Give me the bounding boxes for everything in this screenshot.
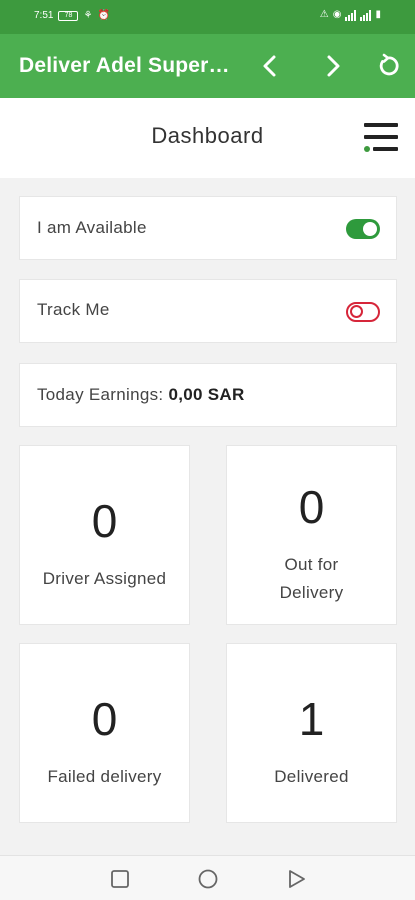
system-nav-bar	[0, 855, 415, 900]
earnings-text: Today Earnings: 0,00 SAR	[37, 385, 245, 405]
stat-label: Failed delivery	[47, 767, 162, 786]
available-row: I am Available	[19, 196, 397, 260]
refresh-icon	[379, 53, 399, 76]
dashboard-header: Dashboard	[0, 98, 415, 178]
stat-card-driver-assigned[interactable]: 0 Driver Assigned	[19, 445, 190, 625]
stat-label-line2: Delivery	[279, 583, 344, 602]
menu-button[interactable]	[360, 122, 400, 156]
stat-count: 1	[298, 693, 325, 745]
battery-icon: ▮	[375, 9, 381, 20]
circle-icon	[198, 869, 218, 889]
track-me-label: Track Me	[37, 300, 110, 319]
square-icon	[111, 870, 129, 888]
track-me-toggle[interactable]	[346, 302, 380, 322]
stat-label: Delivered	[274, 767, 349, 786]
chevron-right-icon	[327, 55, 340, 77]
battery-saver-icon: 78	[58, 11, 79, 21]
home-button[interactable]	[197, 868, 219, 890]
available-toggle[interactable]	[346, 219, 380, 239]
signal-icon	[360, 9, 372, 21]
hotspot-icon: ◉	[332, 9, 342, 20]
stat-count: 0	[91, 693, 118, 745]
back-nav-button[interactable]	[285, 868, 307, 890]
earnings-row: Today Earnings: 0,00 SAR	[19, 363, 397, 427]
stat-count: 0	[91, 495, 118, 547]
usb-icon: ⚘	[83, 10, 93, 21]
triangle-icon	[289, 870, 305, 888]
earnings-label: Today Earnings:	[37, 385, 164, 404]
back-button[interactable]	[255, 50, 287, 82]
app-title: Deliver Adel Super…	[19, 54, 230, 77]
status-bar-right: ⚠ ◉ ▮	[320, 9, 381, 21]
earnings-value: 0,00 SAR	[168, 385, 245, 404]
warning-icon: ⚠	[319, 9, 329, 20]
forward-button[interactable]	[316, 50, 348, 82]
status-bar-left: 7:51 78 ⚘ ⏰	[34, 10, 110, 22]
signal-icon	[345, 9, 357, 21]
recents-button[interactable]	[109, 868, 131, 890]
stat-card-delivered[interactable]: 1 Delivered	[226, 643, 397, 823]
status-bar: 7:51 78 ⚘ ⏰ ⚠ ◉ ▮	[0, 0, 415, 34]
chevron-left-icon	[263, 55, 276, 77]
refresh-button[interactable]	[372, 50, 404, 82]
alarm-icon: ⏰	[97, 10, 110, 21]
track-me-row: Track Me	[19, 279, 397, 343]
page-title: Dashboard	[151, 123, 264, 148]
stat-label: Driver Assigned	[42, 569, 167, 588]
stat-card-failed-delivery[interactable]: 0 Failed delivery	[19, 643, 190, 823]
stat-label: Out for	[284, 555, 339, 574]
available-label: I am Available	[37, 218, 147, 237]
stat-card-out-for-delivery[interactable]: 0 Out for Delivery	[226, 445, 397, 625]
stat-count: 0	[298, 481, 325, 533]
app-bar: Deliver Adel Super…	[0, 34, 415, 98]
clock-text: 7:51	[34, 10, 54, 21]
